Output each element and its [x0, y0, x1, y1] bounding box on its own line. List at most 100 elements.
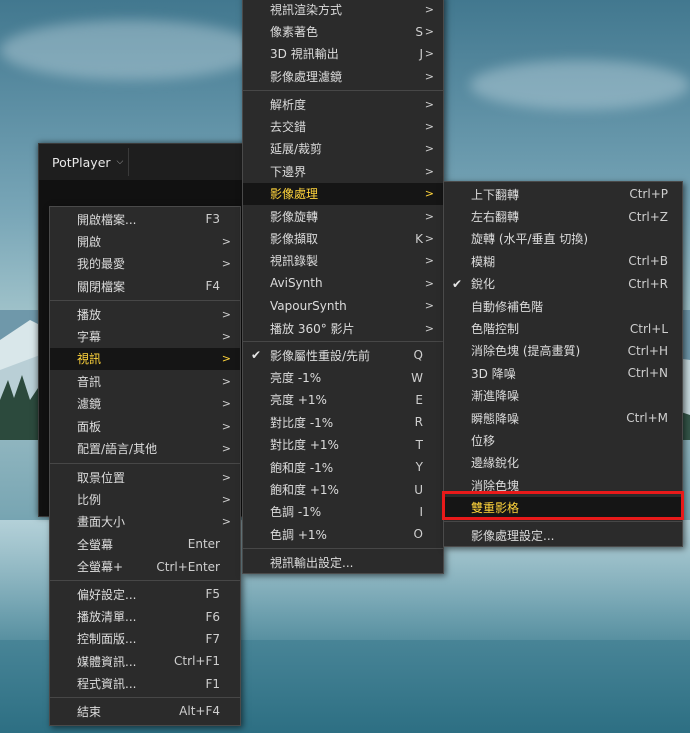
menu-separator — [444, 521, 682, 522]
menu-item-resolution[interactable]: 解析度 > — [243, 93, 443, 115]
chevron-right-icon: > — [424, 187, 434, 201]
cloud — [0, 20, 260, 80]
title-bar: PotPlayer ⌵ — [39, 144, 259, 181]
menu-item-progressive-denoise[interactable]: 漸進降噪 — [444, 385, 682, 407]
chevron-right-icon: > — [221, 515, 231, 529]
menu-item-render-mode[interactable]: 視訊渲染方式 > — [243, 0, 443, 20]
menu-item-about[interactable]: 程式資訊... F1 — [50, 673, 240, 695]
menu-item-image-processing[interactable]: 影像處理 > — [243, 182, 443, 205]
menu-item-close-file[interactable]: 關閉檔案 F4 — [50, 275, 240, 297]
chevron-right-icon: > — [221, 419, 231, 433]
chevron-right-icon: > — [221, 257, 231, 271]
menu-item-brightness-up[interactable]: 亮度 +1% E — [243, 389, 443, 411]
menu-item-subtitles[interactable]: 字幕 > — [50, 325, 240, 347]
chevron-right-icon: > — [424, 254, 434, 268]
menu-item-temporal-denoise[interactable]: 瞬態降噪 Ctrl+M — [444, 407, 682, 429]
chevron-right-icon: > — [424, 299, 434, 313]
menu-item-playback[interactable]: 播放 > — [50, 303, 240, 325]
chevron-right-icon: > — [221, 442, 231, 456]
menu-item-control-panel[interactable]: 控制面版... F7 — [50, 628, 240, 650]
menu-item-favorites[interactable]: 我的最愛 > — [50, 253, 240, 275]
menu-separator — [50, 463, 240, 464]
menu-item-filters[interactable]: 濾鏡 > — [50, 393, 240, 415]
menu-separator — [243, 548, 443, 549]
checkmark-icon: ✔ — [452, 276, 463, 291]
app-title: PotPlayer — [52, 154, 111, 170]
menu-item-stretch-crop[interactable]: 延展/裁剪 > — [243, 138, 443, 160]
menu-item-saturation-down[interactable]: 飽和度 -1% Y — [243, 456, 443, 478]
menu-separator — [50, 697, 240, 698]
menu-item-auto-levels[interactable]: 自動修補色階 — [444, 295, 682, 317]
chevron-right-icon: > — [424, 120, 434, 134]
chevron-right-icon: > — [424, 276, 434, 290]
menu-item-media-info[interactable]: 媒體資訊... Ctrl+F1 — [50, 650, 240, 672]
chevron-right-icon: > — [424, 69, 434, 83]
menu-item-video-record[interactable]: 視訊錄製 > — [243, 250, 443, 272]
menu-item-pixel-shader[interactable]: 像素著色 S > — [243, 20, 443, 42]
menu-item-framing[interactable]: 取景位置 > — [50, 466, 240, 488]
menu-item-bottom-margin[interactable]: 下邊界 > — [243, 160, 443, 182]
chevron-right-icon: > — [424, 232, 434, 246]
menu-item-preferences[interactable]: 偏好設定... F5 — [50, 583, 240, 605]
chevron-right-icon: > — [221, 330, 231, 344]
menu-item-video-output-settings[interactable]: 視訊輸出設定... — [243, 551, 443, 573]
chevron-right-icon: > — [424, 209, 434, 223]
menu-item-deinterlace[interactable]: 去交錯 > — [243, 115, 443, 137]
menu-item-deblock-hq[interactable]: 消除色塊 (提高畫質) Ctrl+H — [444, 340, 682, 362]
chevron-down-icon: ⌵ — [116, 157, 124, 167]
context-menu-main: 開啟檔案... F3 開啟 > 我的最愛 > 關閉檔案 F4 播放 > 字幕 > 視訊 > 音… — [49, 206, 241, 726]
menu-item-screen-size[interactable]: 畫面大小 > — [50, 511, 240, 533]
chevron-right-icon: > — [221, 470, 231, 484]
chevron-right-icon: > — [424, 321, 434, 335]
menu-item-blur[interactable]: 模糊 Ctrl+B — [444, 250, 682, 272]
menu-item-brightness-down[interactable]: 亮度 -1% W — [243, 366, 443, 388]
menu-item-3d-denoise[interactable]: 3D 降噪 Ctrl+N — [444, 362, 682, 384]
menu-item-vapoursynth[interactable]: VapourSynth > — [243, 295, 443, 317]
menu-item-flip-vertical[interactable]: 上下翻轉 Ctrl+P — [444, 183, 682, 205]
menu-item-image-rotate[interactable]: 影像旋轉 > — [243, 205, 443, 227]
menu-item-rotate-toggle[interactable]: 旋轉 (水平/垂直 切換) — [444, 228, 682, 250]
menu-item-360-video[interactable]: 播放 360° 影片 > — [243, 317, 443, 339]
menu-item-avisynth[interactable]: AviSynth > — [243, 272, 443, 294]
menu-item-3d-output[interactable]: 3D 視訊輸出 J > — [243, 43, 443, 65]
chevron-right-icon: > — [424, 97, 434, 111]
menu-item-image-reset[interactable]: ✔ 影像屬性重設/先前 Q — [243, 344, 443, 366]
chevron-right-icon: > — [424, 47, 434, 61]
menu-item-hue-down[interactable]: 色調 -1% I — [243, 501, 443, 523]
menu-item-audio[interactable]: 音訊 > — [50, 370, 240, 392]
menu-item-contrast-down[interactable]: 對比度 -1% R — [243, 411, 443, 433]
chevron-right-icon: > — [424, 142, 434, 156]
menu-item-sharpen[interactable]: ✔ 銳化 Ctrl+R — [444, 273, 682, 295]
menu-item-playlist[interactable]: 播放清單... F6 — [50, 605, 240, 627]
chevron-right-icon: > — [221, 235, 231, 249]
menu-item-contrast-up[interactable]: 對比度 +1% T — [243, 434, 443, 456]
menu-item-open[interactable]: 開啟 > — [50, 230, 240, 252]
menu-item-levels-control[interactable]: 色階控制 Ctrl+L — [444, 317, 682, 339]
chevron-right-icon: > — [221, 352, 231, 366]
menu-item-image-capture[interactable]: 影像擷取 K > — [243, 227, 443, 249]
menu-item-panel[interactable]: 面板 > — [50, 415, 240, 437]
menu-item-exit[interactable]: 結束 Alt+F4 — [50, 700, 240, 722]
menu-item-fullscreen[interactable]: 全螢幕 Enter — [50, 533, 240, 555]
chevron-right-icon: > — [424, 2, 434, 16]
menu-item-flip-horizontal[interactable]: 左右翻轉 Ctrl+Z — [444, 205, 682, 227]
submenu-video: 視訊渲染方式 > 像素著色 S > 3D 視訊輸出 J > 影像處理濾鏡 > 解析度 > 去交… — [242, 0, 444, 574]
chevron-right-icon: > — [221, 307, 231, 321]
menu-item-hue-up[interactable]: 色調 +1% O — [243, 523, 443, 545]
potplayer-menu-button[interactable]: PotPlayer ⌵ — [43, 148, 129, 176]
menu-item-config-language[interactable]: 配置/語言/其他 > — [50, 437, 240, 459]
chevron-right-icon: > — [424, 164, 434, 178]
menu-item-video[interactable]: 視訊 > — [50, 347, 240, 371]
cloud — [470, 60, 690, 110]
chevron-right-icon: > — [424, 25, 434, 39]
menu-item-open-file[interactable]: 開啟檔案... F3 — [50, 208, 240, 230]
menu-item-aspect-ratio[interactable]: 比例 > — [50, 488, 240, 510]
menu-item-fullscreen-plus[interactable]: 全螢幕+ Ctrl+Enter — [50, 556, 240, 578]
menu-item-image-processing-settings[interactable]: 影像處理設定... — [444, 524, 682, 546]
chevron-right-icon: > — [221, 493, 231, 507]
menu-item-image-filter[interactable]: 影像處理濾鏡 > — [243, 65, 443, 87]
menu-item-saturation-up[interactable]: 飽和度 +1% U — [243, 478, 443, 500]
annotation-highlight-box — [442, 491, 684, 520]
menu-item-shift[interactable]: 位移 — [444, 429, 682, 451]
menu-item-edge-sharpen[interactable]: 邊緣銳化 — [444, 452, 682, 474]
